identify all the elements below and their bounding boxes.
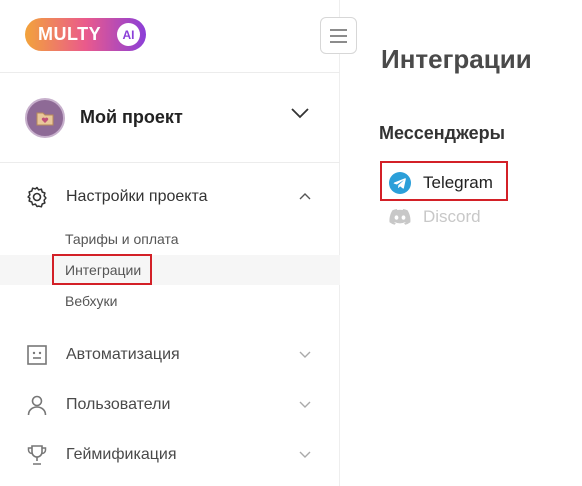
discord-icon [389,206,411,228]
integration-label: Telegram [423,173,493,192]
sidebar: MULTY AI Мой проект Настройки проекта Та… [0,0,340,486]
trophy-icon [27,445,47,465]
project-avatar [25,97,65,138]
integration-discord[interactable]: Discord [389,205,481,229]
chevron-down-icon[interactable] [298,450,312,459]
project-name: Мой проект [80,107,183,127]
section-title: Мессенджеры [379,123,505,143]
chevron-down-icon[interactable] [298,400,312,409]
sidebar-group-settings[interactable]: Настройки проекта [0,175,340,219]
logo-badge: AI [117,23,140,46]
robot-icon [27,345,47,365]
sidebar-group-label: Пользователи [66,396,171,413]
chevron-down-icon[interactable] [298,350,312,359]
sidebar-item-label: Тарифы и оплата [65,231,179,247]
sidebar-item-label: Интеграции [65,262,142,278]
gear-icon [27,186,47,208]
logo[interactable]: MULTY AI [25,18,146,51]
menu-toggle-button[interactable] [320,17,357,54]
sidebar-item-tariffs[interactable]: Тарифы и оплата [0,224,340,254]
telegram-icon [389,172,411,194]
user-icon [27,395,47,416]
integration-label: Discord [423,207,481,226]
hamburger-icon [330,28,347,43]
sidebar-group-gamification[interactable]: Геймификация [0,433,340,477]
main-content: Интеграции Мессенджеры Telegram Discord [341,0,582,486]
sidebar-group-automation[interactable]: Автоматизация [0,333,340,377]
project-selector[interactable]: Мой проект [0,73,340,162]
sidebar-group-users[interactable]: Пользователи [0,383,340,427]
sidebar-item-integrations[interactable]: Интеграции [0,255,340,285]
divider [0,162,340,163]
page-title: Интеграции [381,44,532,74]
folder-heart-icon [36,112,54,125]
chevron-up-icon[interactable] [298,192,312,201]
sidebar-group-label: Автоматизация [66,346,180,363]
chevron-down-icon[interactable] [290,107,310,119]
logo-text: MULTY [38,24,102,44]
sidebar-item-webhooks[interactable]: Вебхуки [0,286,340,316]
sidebar-group-label: Настройки проекта [66,188,208,205]
sidebar-item-label: Вебхуки [65,293,118,309]
sidebar-group-label: Геймификация [66,446,177,463]
integration-telegram[interactable]: Telegram [389,171,493,195]
